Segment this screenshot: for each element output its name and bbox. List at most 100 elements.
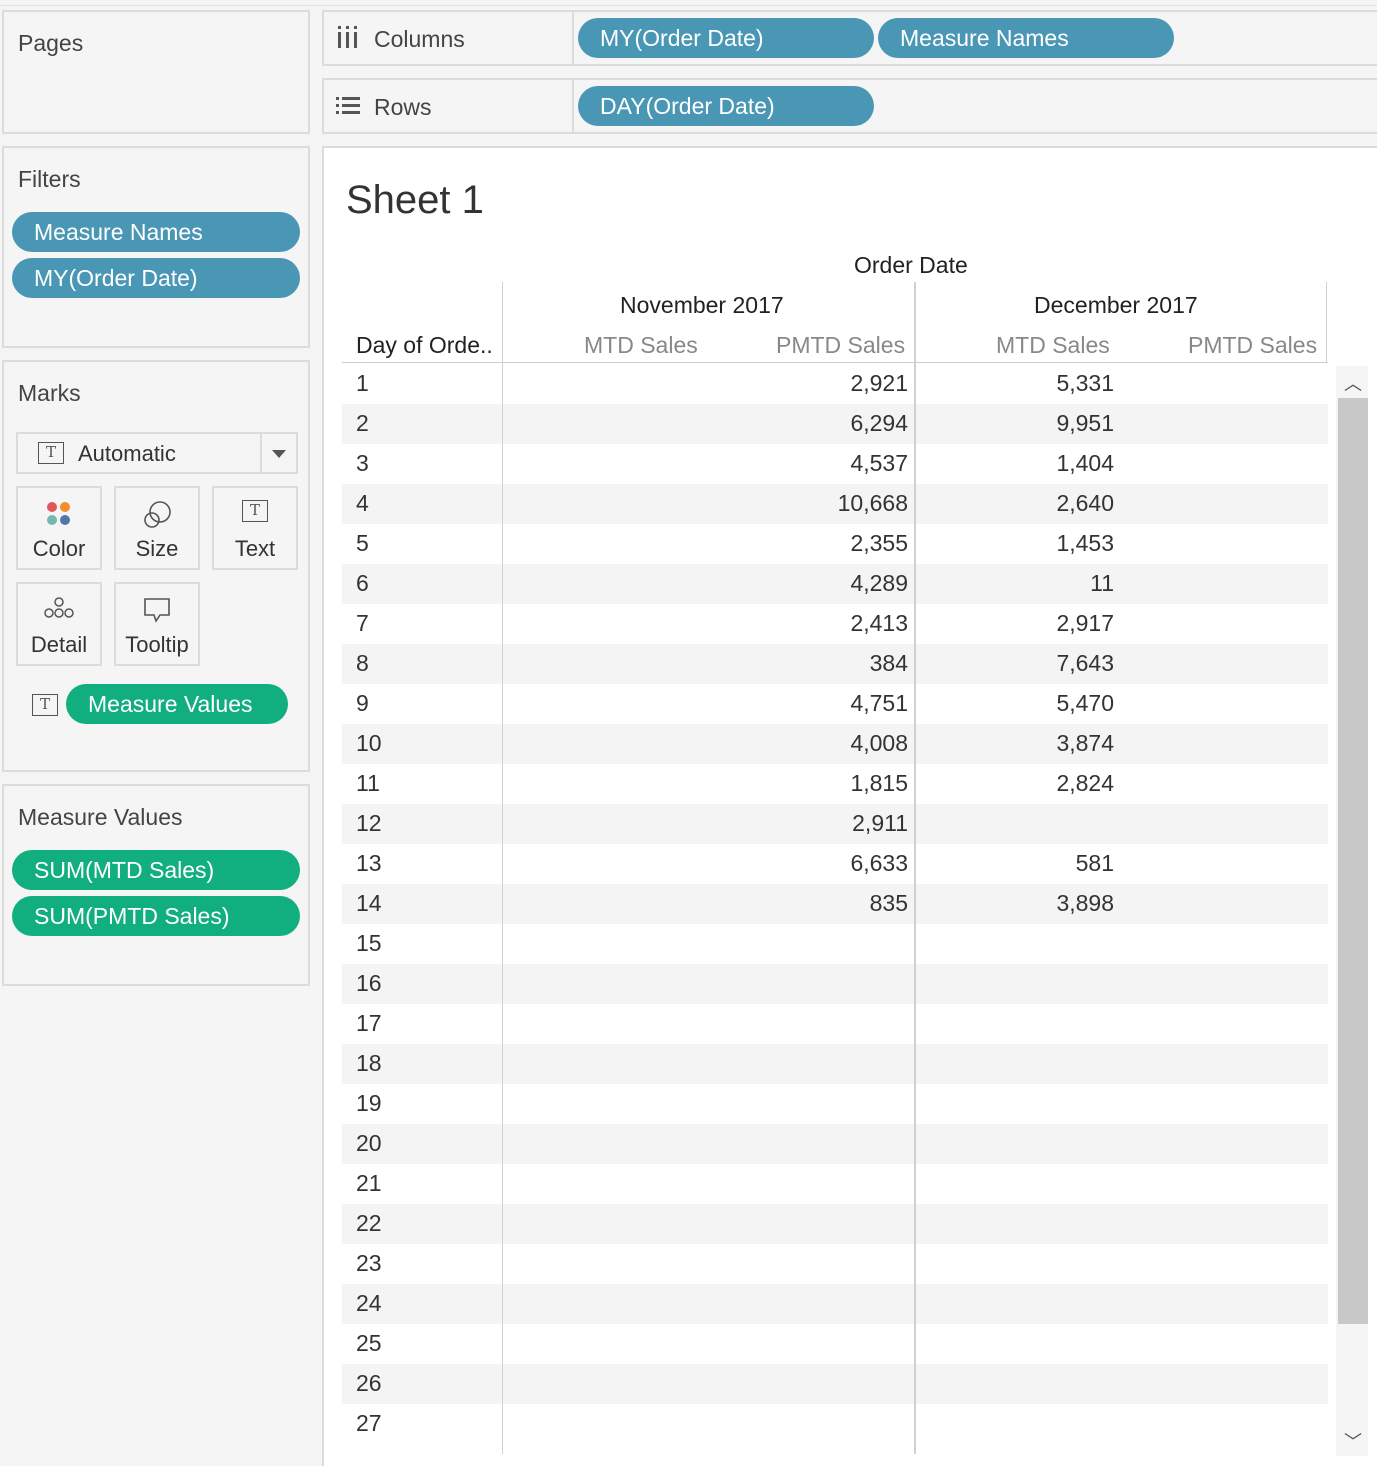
top-toolbar-strip [0, 0, 1377, 6]
color-button[interactable]: Color [16, 486, 102, 570]
header-order-date: Order Date [854, 252, 968, 278]
header-month-november[interactable]: November 2017 [620, 292, 784, 319]
detail-button[interactable]: Detail [16, 582, 102, 666]
dec-mtd-cell[interactable]: 581 [1076, 850, 1114, 877]
header-dec-mtd[interactable]: MTD Sales [996, 332, 1110, 359]
tooltip-button[interactable]: Tooltip [114, 582, 200, 666]
table-row: 14 835 3,898 [342, 884, 1328, 924]
header-nov-pmtd[interactable]: PMTD Sales [776, 332, 905, 359]
nov-pmtd-cell[interactable]: 384 [870, 650, 908, 677]
table-row: 25 [342, 1324, 1328, 1364]
day-cell[interactable]: 8 [356, 650, 369, 677]
marks-pill-measure-values[interactable]: Measure Values [66, 684, 288, 724]
dec-mtd-cell[interactable]: 2,917 [1056, 610, 1114, 637]
day-cell[interactable]: 19 [356, 1090, 382, 1117]
table-row: 8 384 7,643 [342, 644, 1328, 684]
rows-shelf[interactable]: Rows DAY(Order Date) [322, 78, 1377, 134]
nov-pmtd-cell[interactable]: 2,413 [850, 610, 908, 637]
measure-pill-pmtd-sales[interactable]: SUM(PMTD Sales) [12, 896, 300, 936]
header-dec-pmtd[interactable]: PMTD Sales [1188, 332, 1317, 359]
day-cell[interactable]: 13 [356, 850, 382, 877]
day-cell[interactable]: 25 [356, 1330, 382, 1357]
text-button[interactable]: T Text [212, 486, 298, 570]
dec-mtd-cell[interactable]: 3,874 [1056, 730, 1114, 757]
dec-mtd-cell[interactable]: 5,470 [1056, 690, 1114, 717]
scroll-up-icon[interactable]: ︿ [1344, 370, 1362, 396]
size-icon [142, 500, 172, 535]
day-cell[interactable]: 2 [356, 410, 369, 437]
pages-card: Pages [2, 10, 310, 134]
day-cell[interactable]: 15 [356, 930, 382, 957]
day-cell[interactable]: 6 [356, 570, 369, 597]
nov-pmtd-cell[interactable]: 1,815 [850, 770, 908, 797]
table-row: 23 [342, 1244, 1328, 1284]
nov-pmtd-cell[interactable]: 2,921 [850, 370, 908, 397]
day-cell[interactable]: 27 [356, 1410, 382, 1437]
table-row: 26 [342, 1364, 1328, 1404]
dec-mtd-cell[interactable]: 9,951 [1056, 410, 1114, 437]
columns-shelf[interactable]: Columns MY(Order Date) Measure Names [322, 10, 1377, 66]
dec-mtd-cell[interactable]: 3,898 [1056, 890, 1114, 917]
day-cell[interactable]: 24 [356, 1290, 382, 1317]
day-cell[interactable]: 4 [356, 490, 369, 517]
dec-mtd-cell[interactable]: 2,824 [1056, 770, 1114, 797]
filter-pill-order-date[interactable]: MY(Order Date) [12, 258, 300, 298]
size-button[interactable]: Size [114, 486, 200, 570]
scroll-thumb[interactable] [1338, 398, 1368, 1324]
sheet-title: Sheet 1 [346, 178, 484, 222]
day-cell[interactable]: 1 [356, 370, 369, 397]
row-header-day[interactable]: Day of Orde.. [356, 332, 493, 359]
day-cell[interactable]: 20 [356, 1130, 382, 1157]
rows-pill-day-order-date[interactable]: DAY(Order Date) [578, 86, 874, 126]
nov-pmtd-cell[interactable]: 835 [870, 890, 908, 917]
day-cell[interactable]: 17 [356, 1010, 382, 1037]
text-mark-icon: T [38, 442, 64, 464]
dec-mtd-cell[interactable]: 1,404 [1056, 450, 1114, 477]
day-cell[interactable]: 18 [356, 1050, 382, 1077]
day-cell[interactable]: 16 [356, 970, 382, 997]
nov-pmtd-cell[interactable]: 2,355 [850, 530, 908, 557]
day-cell[interactable]: 22 [356, 1210, 382, 1237]
mark-type-dropdown[interactable]: T Automatic [16, 432, 298, 474]
day-cell[interactable]: 11 [356, 770, 380, 797]
measure-pill-mtd-sales[interactable]: SUM(MTD Sales) [12, 850, 300, 890]
dec-mtd-cell[interactable]: 1,453 [1056, 530, 1114, 557]
header-nov-mtd[interactable]: MTD Sales [584, 332, 698, 359]
dec-mtd-cell[interactable]: 5,331 [1056, 370, 1114, 397]
nov-pmtd-cell[interactable]: 4,008 [850, 730, 908, 757]
nov-pmtd-cell[interactable]: 2,911 [852, 810, 908, 837]
nov-pmtd-cell[interactable]: 4,289 [850, 570, 908, 597]
table-row: 11 1,815 2,824 [342, 764, 1328, 804]
nov-pmtd-cell[interactable]: 10,668 [838, 490, 908, 517]
dec-mtd-cell[interactable]: 2,640 [1056, 490, 1114, 517]
measure-values-card: Measure Values SUM(MTD Sales) SUM(PMTD S… [2, 784, 310, 986]
nov-pmtd-cell[interactable]: 4,537 [850, 450, 908, 477]
day-cell[interactable]: 14 [356, 890, 382, 917]
dec-mtd-cell[interactable]: 11 [1090, 570, 1114, 597]
day-cell[interactable]: 21 [356, 1170, 382, 1197]
nov-pmtd-cell[interactable]: 6,294 [850, 410, 908, 437]
day-cell[interactable]: 7 [356, 610, 369, 637]
columns-pill-measure-names[interactable]: Measure Names [878, 18, 1174, 58]
day-cell[interactable]: 5 [356, 530, 369, 557]
scroll-down-icon[interactable]: ﹀ [1344, 1428, 1362, 1454]
columns-pill-order-date[interactable]: MY(Order Date) [578, 18, 874, 58]
vertical-scrollbar[interactable]: ︿ ﹀ [1336, 366, 1368, 1456]
day-cell[interactable]: 3 [356, 450, 369, 477]
month-divider [914, 282, 916, 1454]
day-cell[interactable]: 9 [356, 690, 369, 717]
nov-pmtd-cell[interactable]: 6,633 [850, 850, 908, 877]
day-cell[interactable]: 23 [356, 1250, 382, 1277]
day-cell[interactable]: 26 [356, 1370, 382, 1397]
text-encoding-icon: T [32, 694, 58, 716]
dec-mtd-cell[interactable]: 7,643 [1056, 650, 1114, 677]
columns-icon [336, 26, 360, 53]
table-row: 7 2,413 2,917 [342, 604, 1328, 644]
header-month-december[interactable]: December 2017 [1034, 292, 1198, 319]
filter-pill-measure-names[interactable]: Measure Names [12, 212, 300, 252]
day-cell[interactable]: 10 [356, 730, 382, 757]
nov-pmtd-cell[interactable]: 4,751 [850, 690, 908, 717]
table-row: 18 [342, 1044, 1328, 1084]
day-cell[interactable]: 12 [356, 810, 382, 837]
columns-label: Columns [374, 26, 465, 52]
